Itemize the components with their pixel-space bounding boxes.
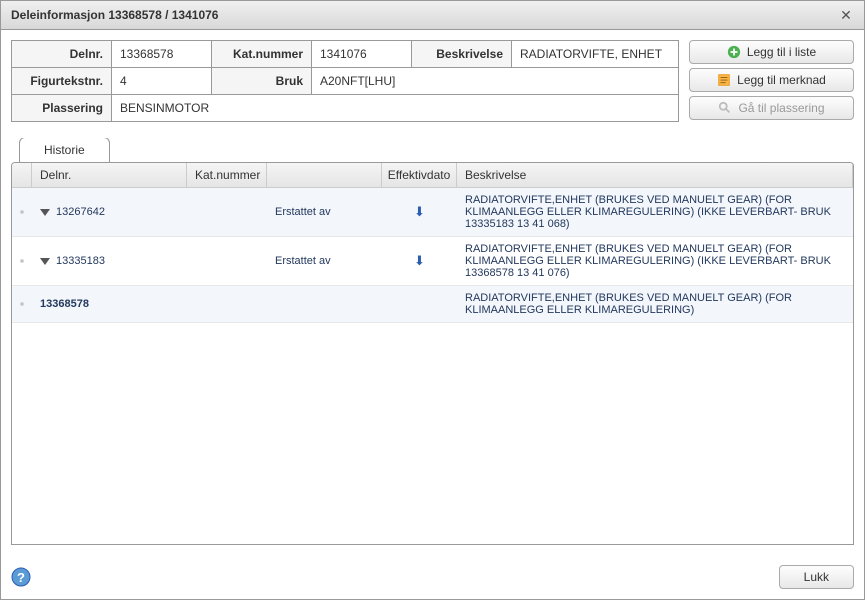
value-bruk: A20NFT[LHU] <box>312 68 679 95</box>
cell-erst: Erstattet av <box>267 249 382 273</box>
label-katnummer: Kat.nummer <box>212 41 312 68</box>
plus-icon[interactable] <box>20 205 24 219</box>
add-note-label: Legg til merknad <box>737 73 826 87</box>
tab-panel: Delnr. Kat.nummer Effektivdato Beskrivel… <box>11 162 854 545</box>
plus-icon[interactable] <box>20 297 24 311</box>
grid-header: Delnr. Kat.nummer Effektivdato Beskrivel… <box>12 163 853 188</box>
titlebar: Deleinformasjon 13368578 / 1341076 ✕ <box>1 1 864 30</box>
top-row: Delnr. 13368578 Kat.nummer 1341076 Beskr… <box>11 40 854 122</box>
value-beskrivelse: RADIATORVIFTE, ENHET <box>512 41 679 68</box>
help-icon[interactable]: ? <box>11 567 31 587</box>
action-buttons: Legg til i liste Legg til merknad Gå til… <box>689 40 854 122</box>
label-figurtekstnr: Figurtekstnr. <box>12 68 112 95</box>
value-katnummer: 1341076 <box>312 41 412 68</box>
delnr-text: 13267642 <box>56 206 105 218</box>
table-row[interactable]: 13267642 Erstattet av ⬇ RADIATORVIFTE,ENHET… <box>12 188 853 237</box>
value-plassering: BENSINMOTOR <box>112 95 679 122</box>
label-delnr: Delnr. <box>12 41 112 68</box>
col-header-kat[interactable]: Kat.nummer <box>187 163 267 187</box>
chevron-down-icon[interactable] <box>40 258 50 265</box>
cell-kat <box>187 206 267 218</box>
cell-erst <box>267 298 382 310</box>
cell-delnr: 13267642 <box>32 200 187 224</box>
search-icon <box>718 101 732 115</box>
note-icon <box>717 73 731 87</box>
arrow-down-icon: ⬇ <box>414 204 425 220</box>
dialog-footer: ? Lukk <box>1 555 864 599</box>
cell-erst: Erstattet av <box>267 200 382 224</box>
cell-eff: ⬇ <box>382 247 457 275</box>
tab-outer: Historie Delnr. Kat.nummer Effektivdato … <box>11 138 854 545</box>
add-to-list-button[interactable]: Legg til i liste <box>689 40 854 64</box>
goto-placement-label: Gå til plassering <box>738 101 824 115</box>
cell-besk: RADIATORVIFTE,ENHET (BRUKES VED MANUELT … <box>457 188 853 236</box>
col-header-besk[interactable]: Beskrivelse <box>457 163 853 187</box>
cell-kat <box>187 255 267 267</box>
value-figurtekstnr: 4 <box>112 68 212 95</box>
col-header-erst <box>267 163 382 187</box>
cell-eff <box>382 298 457 310</box>
delnr-text: 13368578 <box>40 298 89 310</box>
col-header-delnr[interactable]: Delnr. <box>32 163 187 187</box>
plus-icon[interactable] <box>20 254 24 268</box>
tab-strip: Historie <box>15 138 854 162</box>
dialog-content: Delnr. 13368578 Kat.nummer 1341076 Beskr… <box>1 30 864 555</box>
add-to-list-label: Legg til i liste <box>747 45 816 59</box>
add-note-button[interactable]: Legg til merknad <box>689 68 854 92</box>
expand-cell[interactable] <box>12 199 32 225</box>
cell-besk: RADIATORVIFTE,ENHET (BRUKES VED MANUELT … <box>457 237 853 285</box>
col-header-expand <box>12 163 32 187</box>
svg-text:?: ? <box>17 570 25 585</box>
cell-delnr: 13335183 <box>32 249 187 273</box>
table-row[interactable]: 13368578 RADIATORVIFTE,ENHET (BRUKES VED … <box>12 286 853 323</box>
dialog: Deleinformasjon 13368578 / 1341076 ✕ Del… <box>0 0 865 600</box>
goto-placement-button[interactable]: Gå til plassering <box>689 96 854 120</box>
grid-body: 13267642 Erstattet av ⬇ RADIATORVIFTE,ENHET… <box>12 188 853 544</box>
label-bruk: Bruk <box>212 68 312 95</box>
expand-cell[interactable] <box>12 248 32 274</box>
history-grid: Delnr. Kat.nummer Effektivdato Beskrivel… <box>12 163 853 544</box>
add-icon <box>727 45 741 59</box>
expand-cell[interactable] <box>12 291 32 317</box>
chevron-down-icon[interactable] <box>40 209 50 216</box>
col-header-eff[interactable]: Effektivdato <box>382 163 457 187</box>
value-delnr: 13368578 <box>112 41 212 68</box>
arrow-down-icon: ⬇ <box>414 253 425 269</box>
cell-kat <box>187 298 267 310</box>
table-row[interactable]: 13335183 Erstattet av ⬇ RADIATORVIFTE,ENHET… <box>12 237 853 286</box>
close-button[interactable]: Lukk <box>779 565 854 589</box>
cell-delnr: 13368578 <box>32 292 187 316</box>
close-icon[interactable]: ✕ <box>838 7 854 23</box>
cell-eff: ⬇ <box>382 198 457 226</box>
label-plassering: Plassering <box>12 95 112 122</box>
dialog-title: Deleinformasjon 13368578 / 1341076 <box>11 8 218 22</box>
info-table: Delnr. 13368578 Kat.nummer 1341076 Beskr… <box>11 40 679 122</box>
delnr-text: 13335183 <box>56 255 105 267</box>
label-beskrivelse: Beskrivelse <box>412 41 512 68</box>
cell-besk: RADIATORVIFTE,ENHET (BRUKES VED MANUELT … <box>457 286 853 322</box>
tab-history[interactable]: Historie <box>19 138 110 162</box>
